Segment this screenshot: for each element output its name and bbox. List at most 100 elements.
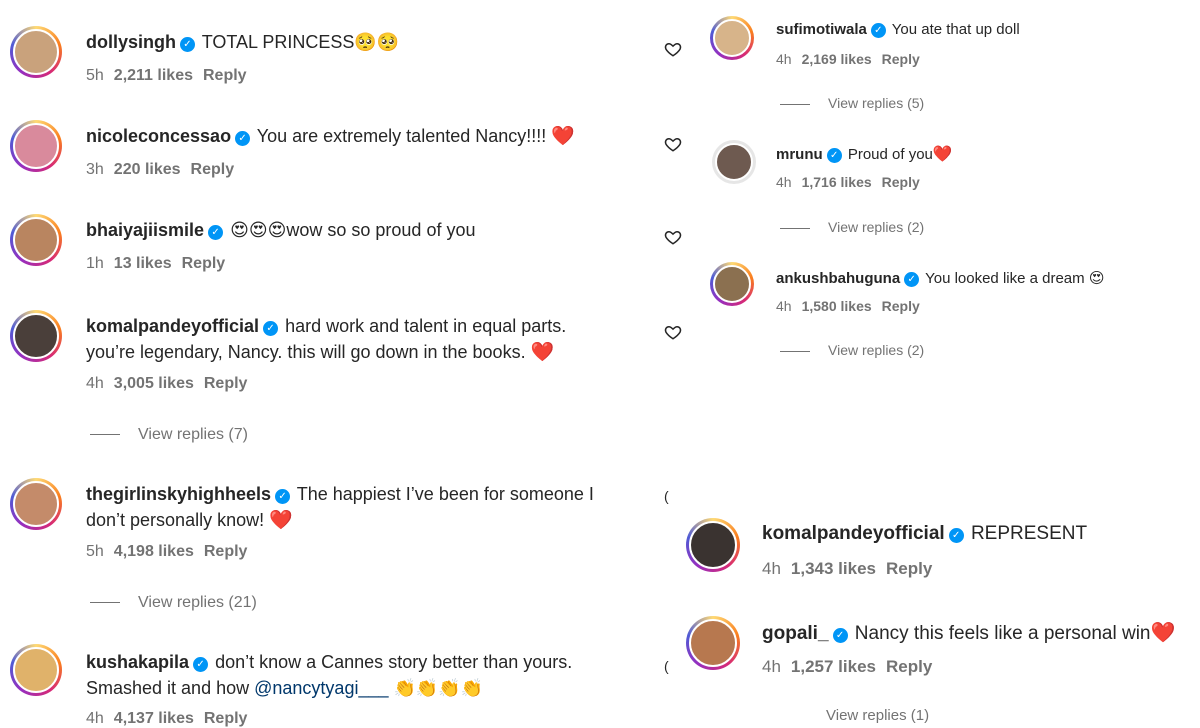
heart-outline-icon[interactable] (664, 135, 682, 153)
comment-meta: 4h 1,343 likes Reply (762, 559, 932, 579)
comment-meta: 5h 4,198 likes Reply (86, 543, 247, 561)
view-replies-button[interactable]: View replies (2) (780, 219, 924, 235)
avatar[interactable] (710, 16, 754, 60)
view-replies-button[interactable]: View replies (7) (90, 426, 248, 444)
likes-count[interactable]: 1,343 likes (791, 559, 876, 578)
comment-text: Proud of you (847, 146, 933, 163)
comment-text: Smashed it and how (86, 678, 250, 698)
reply-button[interactable]: Reply (204, 375, 248, 392)
comment-text-line: gopali_ ✓ Nancy this feels like a persona… (762, 620, 1175, 646)
likes-count[interactable]: 1,257 likes (791, 657, 876, 676)
verified-badge-icon: ✓ (948, 528, 964, 543)
comment-username[interactable]: thegirlinskyhighheels (86, 484, 271, 504)
comment-username[interactable]: dollysingh (86, 32, 176, 52)
likes-count[interactable]: 1,716 likes (802, 174, 872, 190)
comment-text-line: ankushbahuguna ✓ You looked like a dream … (776, 268, 1104, 289)
view-replies-label: View replies (7) (138, 426, 248, 443)
heart-outline-icon[interactable] (664, 228, 682, 246)
likes-count[interactable]: 1,580 likes (802, 298, 872, 314)
likes-count[interactable]: 3,005 likes (114, 375, 194, 392)
avatar[interactable] (686, 518, 740, 572)
comment-text-line: komalpandeyofficial ✓ REPRESENT (762, 522, 1087, 546)
comment-username[interactable]: kushakapila (86, 652, 189, 672)
likes-count[interactable]: 2,169 likes (802, 51, 872, 67)
likes-count[interactable]: 2,211 likes (114, 67, 193, 84)
comment-text-line: mrunu ✓ Proud of you❤️ (776, 144, 953, 165)
comment-username[interactable]: ankushbahuguna (776, 270, 900, 287)
likes-count[interactable]: 4,198 likes (114, 543, 194, 560)
comment-username[interactable]: bhaiyajiismile (86, 220, 204, 240)
avatar[interactable] (712, 140, 756, 184)
emoji: 👏👏👏👏 (393, 678, 484, 699)
reply-button[interactable]: Reply (882, 298, 920, 314)
avatar[interactable] (710, 262, 754, 306)
comment-text: don’t know a Cannes story better than yo… (215, 652, 573, 672)
comment-time: 4h (776, 51, 792, 67)
comment-text-line: kushakapila ✓ don’t know a Cannes story b… (86, 650, 572, 674)
heart-outline-icon[interactable] (664, 323, 682, 341)
likes-count[interactable]: 220 likes (114, 161, 181, 178)
view-replies-button[interactable]: View replies (1) (780, 707, 929, 724)
view-replies-label: View replies (5) (828, 95, 925, 111)
comment-text-line: thegirlinskyhighheels ✓ The happiest I’ve… (86, 482, 594, 506)
view-replies-button[interactable]: View replies (2) (780, 342, 924, 358)
comment-text: You ate that up doll (891, 21, 1020, 38)
view-replies-button[interactable]: View replies (21) (90, 594, 257, 612)
verified-badge-icon: ✓ (275, 489, 291, 504)
comment-text: REPRESENT (970, 523, 1088, 544)
view-replies-label: View replies (1) (826, 707, 930, 724)
partial-heart-icon[interactable]: ( (664, 658, 669, 674)
reply-button[interactable]: Reply (886, 657, 932, 676)
comment-text-line: komalpandeyofficial ✓ hard work and talen… (86, 314, 566, 338)
view-replies-label: View replies (2) (828, 342, 925, 358)
comment-username[interactable]: gopali_ (762, 623, 829, 644)
comment-username[interactable]: nicoleconcessao (86, 126, 231, 146)
divider (780, 103, 810, 105)
divider (780, 227, 810, 229)
likes-count[interactable]: 4,137 likes (114, 710, 194, 727)
reply-button[interactable]: Reply (203, 67, 247, 84)
comment-username[interactable]: komalpandeyofficial (86, 316, 259, 336)
verified-badge-icon: ✓ (180, 37, 195, 52)
view-replies-label: View replies (2) (828, 219, 925, 235)
comment-text: The happiest I’ve been for someone I (296, 484, 594, 504)
comment-text: you’re legendary, Nancy. this will go do… (86, 342, 526, 362)
avatar[interactable] (10, 310, 62, 362)
avatar[interactable] (10, 214, 62, 266)
verified-badge-icon: ✓ (235, 131, 251, 146)
likes-count[interactable]: 13 likes (114, 255, 172, 272)
emoji: 😍 (1088, 269, 1105, 287)
avatar[interactable] (10, 120, 62, 172)
reply-button[interactable]: Reply (886, 559, 932, 578)
comment-username[interactable]: mrunu (776, 146, 823, 163)
comment-username[interactable]: sufimotiwala (776, 21, 867, 38)
reply-button[interactable]: Reply (882, 51, 920, 67)
avatar[interactable] (10, 26, 62, 78)
view-replies-button[interactable]: View replies (5) (780, 95, 924, 111)
avatar[interactable] (10, 644, 62, 696)
avatar[interactable] (686, 616, 740, 670)
heart-emoji: ❤️ (932, 144, 953, 163)
comment-meta: 4h 3,005 likes Reply (86, 375, 247, 393)
verified-badge-icon: ✓ (826, 148, 842, 163)
comment-meta: 4h 1,580 likes Reply (776, 298, 920, 314)
reply-button[interactable]: Reply (191, 161, 235, 178)
mention-link[interactable]: @nancytyagi___ (254, 678, 388, 698)
comment-time: 4h (762, 657, 781, 676)
divider (780, 350, 810, 352)
comment-meta: 1h 13 likes Reply (86, 255, 225, 273)
reply-button[interactable]: Reply (182, 255, 226, 272)
comment-username[interactable]: komalpandeyofficial (762, 523, 945, 544)
reply-button[interactable]: Reply (204, 710, 248, 727)
avatar[interactable] (10, 478, 62, 530)
reply-button[interactable]: Reply (204, 543, 248, 560)
reply-button[interactable]: Reply (882, 174, 920, 190)
divider (90, 434, 120, 436)
verified-badge-icon: ✓ (193, 657, 209, 672)
heart-outline-icon[interactable] (664, 40, 682, 58)
partial-heart-icon[interactable]: ( (664, 488, 669, 504)
verified-badge-icon: ✓ (263, 321, 279, 336)
comment-meta: 4h 2,169 likes Reply (776, 51, 920, 67)
comment-text-line: Smashed it and how @nancytyagi___ 👏👏👏👏 (86, 676, 483, 701)
divider (90, 602, 120, 604)
